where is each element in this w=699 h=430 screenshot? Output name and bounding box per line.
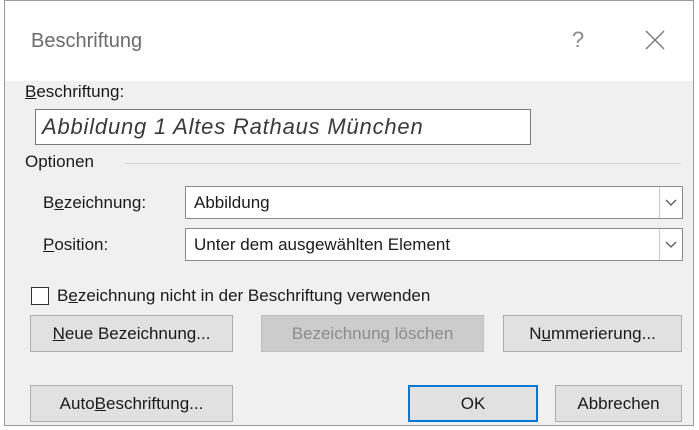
ok-button[interactable]: OK: [408, 385, 538, 422]
chevron-down-icon[interactable]: [659, 187, 682, 218]
label-select-value: Abbildung: [194, 193, 270, 212]
delete-label-button[interactable]: Bezeichnung löschen: [261, 315, 484, 352]
caption-dialog: Beschriftung ? Beschriftung: Abbildung 1…: [4, 0, 694, 426]
label-select[interactable]: Abbildung: [185, 186, 683, 219]
position-select-value: Unter dem ausgewählten Element: [194, 235, 451, 254]
help-icon[interactable]: ?: [566, 26, 590, 54]
numbering-button[interactable]: Nummerierung...: [503, 315, 682, 352]
cancel-button[interactable]: Abbrechen: [555, 385, 682, 422]
position-select[interactable]: Unter dem ausgewählten Element: [185, 228, 683, 261]
new-label-button[interactable]: Neue Bezeichnung...: [30, 315, 233, 352]
autocaption-button[interactable]: AutoBeschriftung...: [30, 385, 233, 422]
label-field-label: Bezeichnung:: [43, 193, 147, 212]
caption-label: Beschriftung:: [25, 82, 125, 101]
chevron-down-icon[interactable]: [659, 229, 682, 260]
position-field-label: Position:: [43, 235, 109, 254]
title-bar[interactable]: Beschriftung ?: [5, 1, 693, 81]
exclude-label-text[interactable]: Bezeichnung nicht in der Beschriftung ve…: [57, 286, 430, 306]
caption-input[interactable]: Abbildung 1 Altes Rathaus München: [35, 109, 531, 145]
close-icon[interactable]: [643, 28, 667, 52]
options-divider: [125, 163, 681, 164]
exclude-label-checkbox[interactable]: [31, 287, 49, 305]
dialog-title: Beschriftung: [31, 30, 143, 52]
options-group-label: Optionen: [25, 152, 94, 171]
